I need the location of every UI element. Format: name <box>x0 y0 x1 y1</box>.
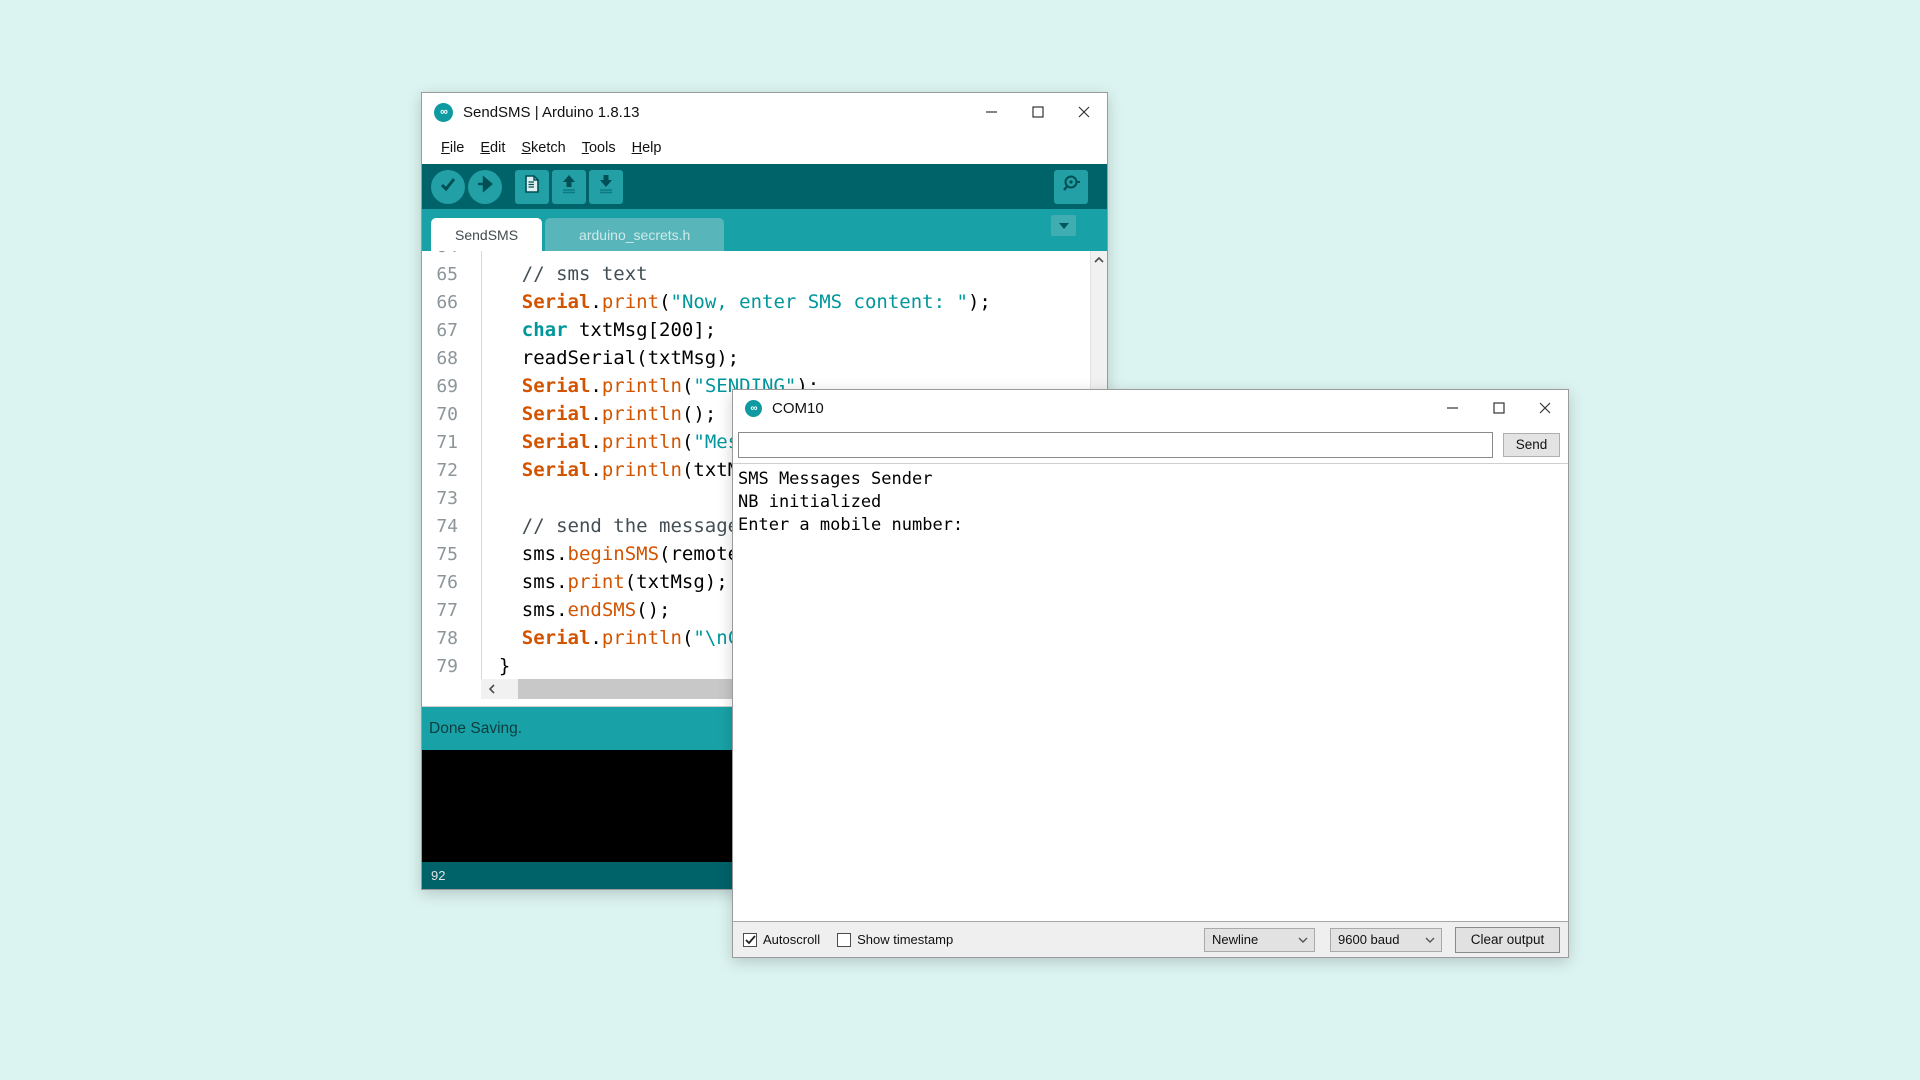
chevron-down-icon <box>1292 937 1314 943</box>
document-icon <box>522 174 542 199</box>
chevron-down-icon <box>1419 937 1441 943</box>
open-button[interactable] <box>552 170 586 204</box>
autoscroll-checkbox[interactable] <box>743 933 757 947</box>
line-ending-select[interactable]: Newline <box>1204 928 1315 952</box>
magnifier-icon <box>1060 173 1082 200</box>
code-line: 64 <box>422 251 1090 260</box>
menu-tools[interactable]: Tools <box>574 136 624 160</box>
send-button[interactable]: Send <box>1503 433 1560 457</box>
tab-label: SendSMS <box>455 227 518 243</box>
show-timestamp-label: Show timestamp <box>857 932 953 947</box>
save-button[interactable] <box>589 170 623 204</box>
status-message: Done Saving. <box>429 720 522 738</box>
autoscroll-toggle[interactable]: Autoscroll <box>743 932 820 947</box>
toolbar <box>422 164 1107 209</box>
arduino-logo-icon: ∞ <box>434 103 453 122</box>
show-timestamp-toggle[interactable]: Show timestamp <box>837 932 953 947</box>
autoscroll-label: Autoscroll <box>763 932 820 947</box>
arrow-down-icon <box>596 173 616 200</box>
code-line: 67 char txtMsg[200]; <box>422 316 1090 344</box>
cursor-line-indicator: 92 <box>431 868 445 883</box>
new-sketch-button[interactable] <box>515 170 549 204</box>
serial-window-title: COM10 <box>772 400 824 417</box>
menu-file[interactable]: File <box>433 136 472 160</box>
check-icon <box>438 174 458 199</box>
tab-sendsms[interactable]: SendSMS <box>431 218 542 251</box>
scroll-up-icon[interactable] <box>1091 251 1107 268</box>
clear-output-button[interactable]: Clear output <box>1455 927 1560 953</box>
menu-sketch[interactable]: Sketch <box>513 136 573 160</box>
serial-output-line: SMS Messages Sender <box>738 468 1568 491</box>
close-icon[interactable] <box>1061 93 1107 131</box>
menu-help[interactable]: Help <box>624 136 670 160</box>
arrow-right-icon <box>475 174 495 199</box>
serial-send-row: Send <box>733 426 1568 463</box>
code-line: 68 readSerial(txtMsg); <box>422 344 1090 372</box>
serial-output-line: NB initialized <box>738 491 1568 514</box>
window-title: SendSMS | Arduino 1.8.13 <box>463 104 640 121</box>
serial-output-area[interactable]: SMS Messages Sender NB initialized Enter… <box>733 463 1568 921</box>
line-ending-value: Newline <box>1212 932 1292 947</box>
upload-button[interactable] <box>468 170 502 204</box>
arduino-logo-icon: ∞ <box>745 400 762 417</box>
maximize-icon[interactable] <box>1015 93 1061 131</box>
serial-titlebar: ∞ COM10 <box>733 390 1568 426</box>
verify-button[interactable] <box>431 170 465 204</box>
minimize-icon[interactable] <box>1430 390 1476 426</box>
minimize-icon[interactable] <box>969 93 1015 131</box>
show-timestamp-checkbox[interactable] <box>837 933 851 947</box>
close-icon[interactable] <box>1522 390 1568 426</box>
serial-input[interactable] <box>738 432 1493 458</box>
tab-arduino-secrets[interactable]: arduino_secrets.h <box>545 218 724 251</box>
menu-edit[interactable]: Edit <box>472 136 513 160</box>
scrollbar-gutter-gap <box>422 679 481 699</box>
triangle-down-icon <box>1058 217 1070 235</box>
arrow-up-icon <box>559 173 579 200</box>
serial-output-line: Enter a mobile number: <box>738 514 1568 537</box>
maximize-icon[interactable] <box>1476 390 1522 426</box>
serial-monitor-window: ∞ COM10 Send SMS Messages Sender NB init… <box>732 389 1569 958</box>
arduino-titlebar: ∞ SendSMS | Arduino 1.8.13 <box>422 93 1107 131</box>
tab-list-button[interactable] <box>1051 215 1076 236</box>
check-icon <box>745 935 756 945</box>
menubar: File Edit Sketch Tools Help <box>422 131 1107 164</box>
tab-label: arduino_secrets.h <box>579 227 690 243</box>
baud-rate-select[interactable]: 9600 baud <box>1330 928 1442 952</box>
scroll-left-icon[interactable] <box>481 679 502 699</box>
serial-monitor-button[interactable] <box>1054 170 1088 204</box>
code-line: 66 Serial.print("Now, enter SMS content:… <box>422 288 1090 316</box>
tabbar: SendSMS arduino_secrets.h <box>422 209 1107 251</box>
code-line: 65 // sms text <box>422 260 1090 288</box>
baud-rate-value: 9600 baud <box>1338 932 1419 947</box>
serial-monitor-footer: Autoscroll Show timestamp Newline 9600 b… <box>733 921 1568 957</box>
